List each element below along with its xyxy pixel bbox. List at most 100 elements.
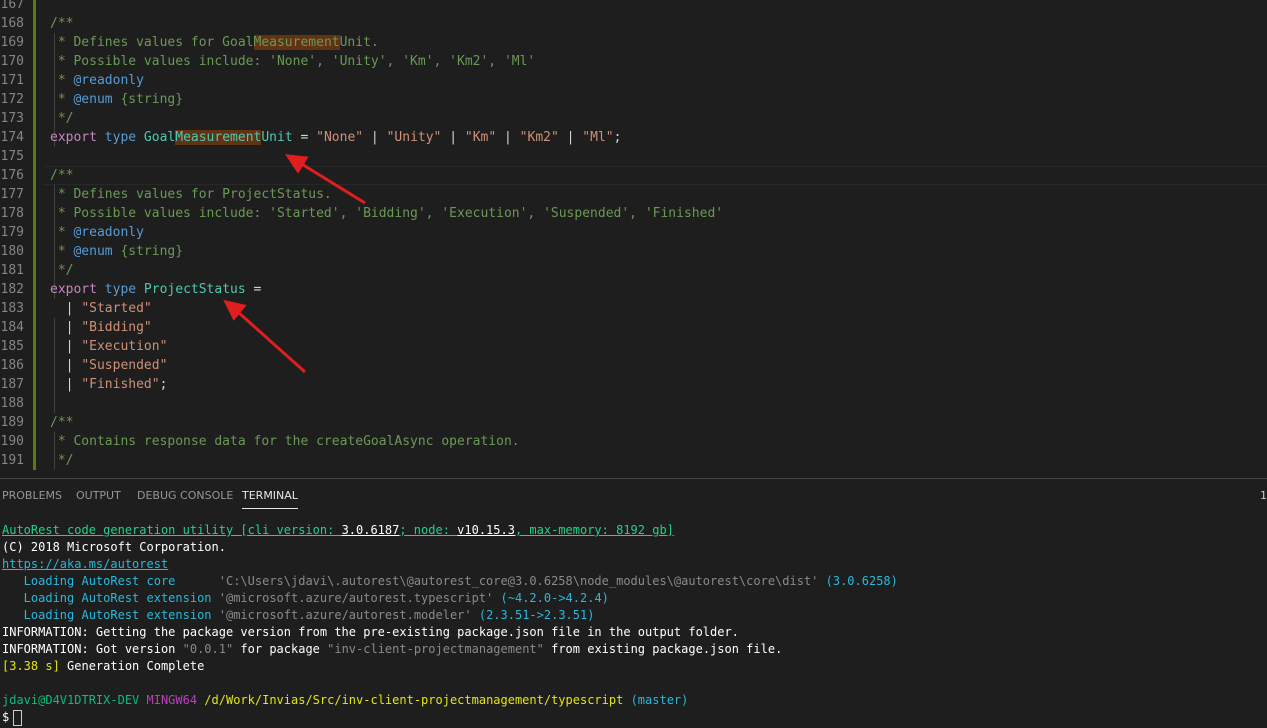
line-number: 174: [0, 130, 24, 145]
terminal-token: jdavi@D4V1DTRIX-DEV: [2, 693, 140, 707]
code-line: 167: [0, 0, 1267, 14]
code-token: |: [50, 358, 82, 373]
git-change-marker: [33, 356, 36, 375]
line-code: | "Started": [50, 299, 152, 318]
code-line: 190 * Contains response data for the cre…: [0, 432, 1267, 451]
terminal-token: INFORMATION: Getting the package version…: [2, 625, 739, 639]
line-number: 189: [0, 415, 24, 430]
line-number: 178: [0, 206, 24, 221]
code-token: type: [104, 130, 137, 145]
code-token: *: [50, 73, 74, 88]
code-token: |: [50, 301, 82, 316]
code-line: 183 | "Started": [0, 299, 1267, 318]
code-line: 175: [0, 147, 1267, 166]
terminal-line: https://aka.ms/autorest: [2, 556, 168, 573]
code-token: * Possible values include: 'None', 'Unit…: [50, 54, 536, 69]
code-line: 179 * @readonly: [0, 223, 1267, 242]
git-change-marker: [33, 90, 36, 109]
code-token: |: [363, 130, 387, 145]
line-code: * @readonly: [50, 71, 144, 90]
tab-debug-console[interactable]: DEBUG CONSOLE: [137, 489, 233, 502]
terminal-token: , max-memory: 8192 gb]: [514, 523, 674, 537]
code-token: Measurement: [175, 130, 262, 145]
line-number: 170: [0, 54, 24, 69]
terminal-token: v10.15.3: [457, 523, 515, 537]
terminal-token: (2.3.51->2.3.51): [471, 608, 595, 622]
line-number: 181: [0, 263, 24, 278]
code-token: @readonly: [73, 225, 144, 240]
code-line: 169 * Defines values for GoalMeasurement…: [0, 33, 1267, 52]
line-number: 190: [0, 434, 24, 449]
code-token: |: [50, 377, 82, 392]
line-number: 187: [0, 377, 24, 392]
tab-terminal[interactable]: TERMINAL: [242, 489, 298, 509]
git-change-marker: [33, 204, 36, 223]
panel-tabs: PROBLEMS OUTPUT DEBUG CONSOLE TERMINAL 1: [0, 479, 1267, 515]
terminal-token: Loading AutoRest extension: [2, 608, 219, 622]
line-code: | "Execution": [50, 337, 168, 356]
code-token: |: [50, 320, 82, 335]
line-number: 182: [0, 282, 24, 297]
code-line: 172 * @enum {string}: [0, 90, 1267, 109]
code-line: 188: [0, 394, 1267, 413]
line-number: 184: [0, 320, 24, 335]
code-token: */: [50, 111, 74, 126]
line-number: 185: [0, 339, 24, 354]
code-token: {string}: [112, 244, 184, 259]
line-number: 188: [0, 396, 24, 411]
line-number: 176: [0, 168, 24, 183]
code-token: "None": [316, 130, 364, 145]
line-code: * @enum {string}: [50, 242, 183, 261]
terminal-line: [3.38 s] Generation Complete: [2, 658, 204, 675]
code-line: 187 | "Finished";: [0, 375, 1267, 394]
line-code: * Possible values include: 'Started', 'B…: [50, 204, 723, 223]
code-line: 180 * @enum {string}: [0, 242, 1267, 261]
code-token: "Km": [464, 130, 497, 145]
code-token: "Ml": [582, 130, 614, 145]
line-code: */: [50, 451, 74, 470]
code-line: 182 export type ProjectStatus =: [0, 280, 1267, 299]
code-line: 185 | "Execution": [0, 337, 1267, 356]
code-token: export: [50, 130, 97, 145]
code-token: * Possible values include: 'Started', 'B…: [50, 206, 724, 221]
terminal-token: '@microsoft.azure/autorest.typescript': [218, 591, 494, 605]
code-token: ;: [613, 130, 622, 145]
terminal-cursor[interactable]: [13, 709, 23, 726]
terminal-token: 'C:\Users\jdavi\.autorest\@autorest_core…: [218, 574, 819, 588]
terminal-line: INFORMATION: Getting the package version…: [2, 624, 739, 641]
tab-output[interactable]: OUTPUT: [76, 489, 121, 502]
terminal-token: (3.0.6258): [818, 574, 898, 588]
terminal-token: AutoRest code generation utility [cli ve…: [2, 523, 342, 537]
git-change-marker: [33, 299, 36, 318]
code-line: 184 | "Bidding": [0, 318, 1267, 337]
line-number: 171: [0, 73, 24, 88]
terminal-token: /d/Work/Invias/Src/inv-client-projectman…: [197, 693, 624, 707]
line-code: * Defines values for GoalMeasurementUnit…: [50, 33, 379, 52]
code-editor[interactable]: 167 168/** 169 * Defines values for GoalMe…: [0, 0, 1267, 478]
line-number: 191: [0, 453, 24, 468]
git-change-marker: [33, 71, 36, 90]
git-change-marker: [33, 394, 36, 413]
code-line: 186 | "Suspended": [0, 356, 1267, 375]
code-line: 173 */: [0, 109, 1267, 128]
code-line: 191 */: [0, 451, 1267, 470]
code-token: *: [50, 244, 74, 259]
line-number: 175: [0, 149, 24, 164]
terminal-token: Loading AutoRest extension: [2, 591, 219, 605]
code-line: 176 /**: [0, 166, 1267, 185]
terminal-selector[interactable]: 1: [1260, 489, 1267, 502]
terminal-token: from existing package.json file.: [543, 642, 783, 656]
line-number: 172: [0, 92, 24, 107]
tab-problems[interactable]: PROBLEMS: [2, 489, 62, 502]
git-change-marker: [33, 0, 36, 14]
terminal-line: (C) 2018 Microsoft Corporation.: [2, 539, 226, 556]
line-number: 183: [0, 301, 24, 316]
terminal-token: "inv-client-projectmanagement": [327, 642, 544, 656]
line-number: 180: [0, 244, 24, 259]
code-token: |: [496, 130, 520, 145]
line-code: * @enum {string}: [50, 90, 183, 109]
terminal-line: INFORMATION: Got version "0.0.1" for pac…: [2, 641, 782, 658]
code-token: * Defines values for ProjectStatus.: [50, 187, 332, 202]
git-change-marker: [33, 375, 36, 394]
terminal-token: (~4.2.0->4.2.4): [493, 591, 609, 605]
